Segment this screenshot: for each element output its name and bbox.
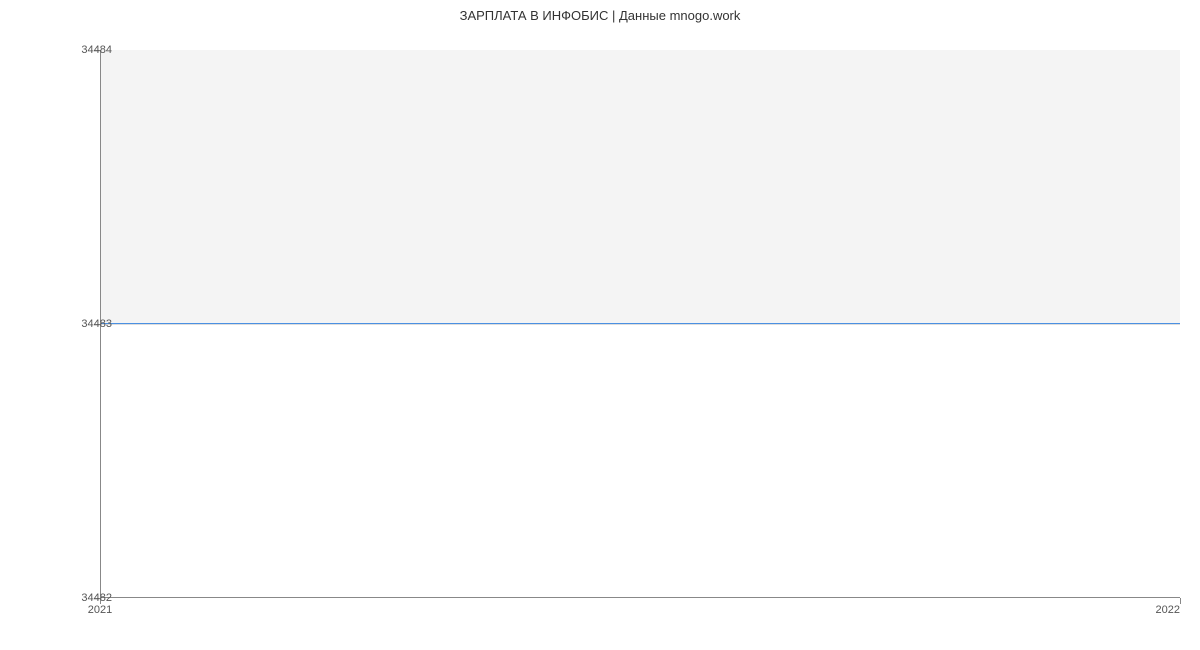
y-tick-label-mid: 34483 xyxy=(52,318,112,330)
x-tick-label-right: 2022 xyxy=(1120,604,1180,616)
y-tick-label-top: 34484 xyxy=(52,44,112,56)
area-series-line xyxy=(100,323,1180,324)
x-tick-label-left: 2021 xyxy=(70,604,130,616)
gridline-mid xyxy=(100,324,1180,325)
chart-title: ЗАРПЛАТА В ИНФОБИС | Данные mnogo.work xyxy=(0,8,1200,23)
y-tick-label-bot: 34482 xyxy=(52,592,112,604)
area-upper-band xyxy=(100,50,1180,324)
x-tick-right xyxy=(1180,598,1181,604)
plot-area xyxy=(100,50,1180,598)
x-axis xyxy=(100,597,1180,598)
